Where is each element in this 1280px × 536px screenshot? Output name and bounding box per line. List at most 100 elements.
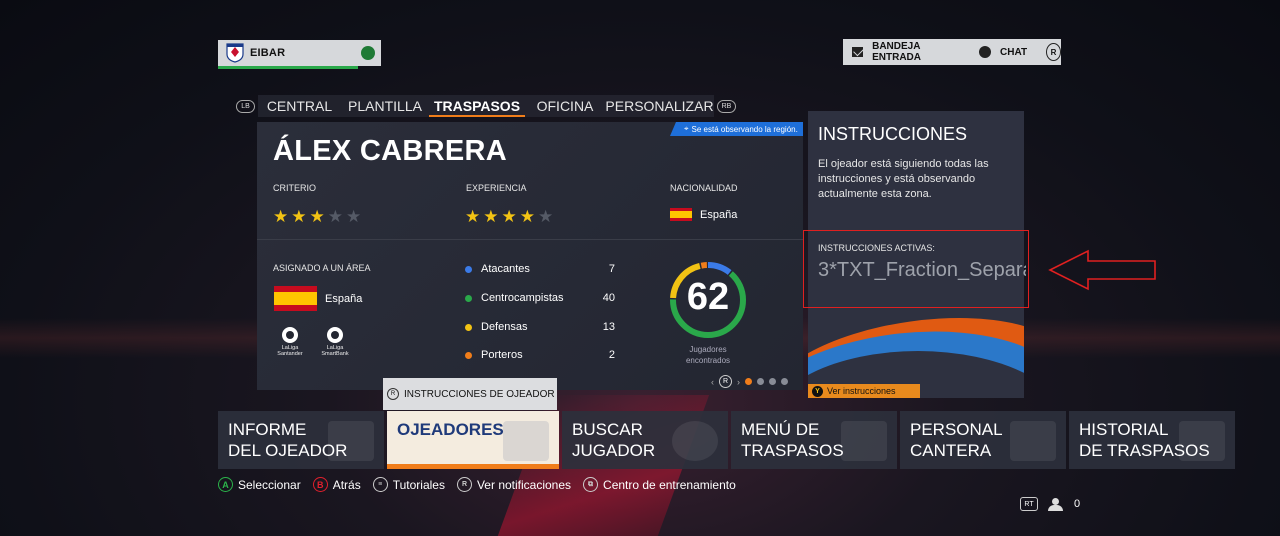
tab-traspasos[interactable]: TRASPASOS — [429, 95, 525, 117]
tile-scout-report[interactable]: INFORME DEL OJEADOR — [218, 411, 384, 469]
area-value: España — [325, 293, 363, 305]
magnifier-icon — [672, 421, 718, 461]
control-back[interactable]: B Atrás — [312, 477, 361, 492]
control-select[interactable]: A Seleccionar — [218, 477, 301, 492]
tab-personalizar[interactable]: PERSONALIZAR — [605, 95, 714, 117]
players-found-count: 62 — [686, 276, 730, 318]
laliga-icon — [282, 327, 298, 343]
star-icon: ★ — [273, 207, 289, 226]
observing-notice-text: Se está observando la región. — [691, 124, 798, 134]
inbox-button[interactable]: BANDEJA ENTRADA — [852, 41, 951, 63]
card-pager: ‹ R › — [711, 375, 788, 388]
rb-bumper[interactable]: RB — [717, 99, 736, 113]
page-dot[interactable] — [745, 378, 752, 385]
active-instructions-label: INSTRUCCIONES ACTIVAS: — [818, 243, 935, 253]
main-tabs: LB CENTRAL PLANTILLA TRASPASOS OFICINA P… — [236, 95, 736, 117]
page-dot[interactable] — [781, 378, 788, 385]
star-icon: ★ — [519, 207, 535, 226]
nacionalidad-value: España — [700, 209, 738, 221]
star-icon: ★ — [483, 207, 499, 226]
online-count: 0 — [1074, 498, 1081, 510]
laliga-icon — [327, 327, 343, 343]
goalkeepers-dot — [465, 351, 472, 359]
r-stick-button[interactable]: R — [1046, 43, 1061, 61]
star-icon: ★ — [327, 207, 343, 226]
clipboard-icon — [328, 421, 374, 461]
players-found-label: Jugadores encontrados — [685, 345, 731, 365]
r-stick-icon: R — [387, 388, 399, 400]
scout-card: ⌖ Se está observando la región. ÁLEX CAB… — [257, 122, 803, 390]
position-row: Porteros 2 — [465, 349, 615, 361]
control-label: Seleccionar — [238, 477, 301, 492]
position-row: Atacantes 7 — [465, 263, 615, 275]
instructions-description: El ojeador está siguiendo todas las inst… — [818, 158, 989, 200]
star-icon: ★ — [291, 207, 307, 226]
tile-youth-staff[interactable]: PERSONAL CANTERA — [900, 411, 1066, 469]
position-name: Centrocampistas — [481, 292, 564, 304]
chat-button[interactable]: CHAT — [979, 46, 1027, 58]
laliga-smartbank-text: LaLiga SmartBank — [321, 345, 349, 357]
nacionalidad-label: NACIONALIDAD — [670, 183, 738, 193]
active-instructions-highlight: INSTRUCCIONES ACTIVAS: 3*TXT_Fraction_Se… — [803, 230, 1029, 308]
red-arrow-annotation-icon — [1048, 249, 1156, 291]
star-icon: ★ — [538, 207, 554, 226]
criterio-label: CRITERIO — [273, 183, 317, 193]
y-button-icon: Y — [812, 385, 823, 397]
page-dot[interactable] — [769, 378, 776, 385]
tile-transfer-menu[interactable]: MENÚ DE TRASPASOS — [731, 411, 897, 469]
control-label: Ver notificaciones — [476, 477, 572, 492]
control-training-center[interactable]: ⧉ Centro de entrenamiento — [583, 477, 736, 492]
control-tutorials[interactable]: ≡ Tutoriales — [372, 477, 445, 492]
tab-plantilla[interactable]: PLANTILLA — [341, 95, 429, 117]
page-dot[interactable] — [757, 378, 764, 385]
menu-button-icon: ≡ — [372, 477, 388, 492]
club-status-icon — [361, 46, 375, 60]
midfielders-dot — [465, 294, 472, 302]
position-count: 2 — [608, 349, 615, 361]
observing-notice: ⌖ Se está observando la región. — [670, 122, 803, 136]
lb-bumper[interactable]: LB — [236, 99, 255, 113]
a-button-icon: A — [218, 477, 233, 492]
scout-instructions-tooltip[interactable]: R INSTRUCCIONES DE OJEADOR — [383, 378, 557, 410]
position-count: 40 — [602, 292, 615, 304]
binoculars-icon: ⌖ — [684, 124, 689, 133]
transfer-arrows-icon — [841, 421, 887, 461]
position-row: Centrocampistas 40 — [465, 292, 615, 304]
tile-scouts[interactable]: OJEADORES — [387, 411, 559, 469]
top-actions: BANDEJA ENTRADA CHAT R — [843, 39, 1061, 65]
controls-bar: A Seleccionar B Atrás ≡ Tutoriales R Ver… — [218, 477, 748, 492]
position-name: Atacantes — [481, 263, 530, 275]
binoculars-icon — [503, 421, 549, 461]
rt-online-indicator[interactable]: RT 0 — [1020, 497, 1080, 511]
rt-trigger-icon: RT — [1020, 497, 1038, 511]
instructions-title: INSTRUCCIONES — [818, 124, 968, 144]
club-progress-bar — [218, 66, 358, 69]
position-count: 13 — [602, 321, 615, 333]
mail-icon — [852, 47, 864, 57]
tab-central[interactable]: CENTRAL — [258, 95, 341, 117]
chat-label: CHAT — [1000, 46, 1028, 58]
star-icon: ★ — [465, 207, 481, 226]
star-icon: ★ — [309, 207, 325, 226]
area-flag-icon — [274, 286, 317, 311]
chevron-right-icon[interactable]: › — [737, 377, 740, 387]
experiencia-label: EXPERIENCIA — [466, 183, 527, 193]
star-icon: ★ — [501, 207, 517, 226]
control-notifications[interactable]: R Ver notificaciones — [456, 477, 572, 492]
control-label: Atrás — [332, 477, 361, 492]
laliga-santander-text: LaLiga Santander — [277, 345, 303, 357]
tile-search-player[interactable]: BUSCAR JUGADOR — [562, 411, 728, 469]
tab-strip: CENTRAL PLANTILLA TRASPASOS OFICINA PERS… — [258, 95, 714, 117]
spain-flag-icon — [670, 208, 692, 221]
club-name: EIBAR — [250, 47, 286, 59]
view-instructions-label: Ver instrucciones — [827, 386, 896, 396]
club-chip[interactable]: EIBAR — [218, 40, 381, 69]
view-instructions-button[interactable]: Y Ver instrucciones — [808, 384, 920, 398]
chevron-left-icon[interactable]: ‹ — [711, 377, 714, 387]
tab-oficina[interactable]: OFICINA — [525, 95, 605, 117]
tooltip-label: INSTRUCCIONES DE OJEADOR — [404, 388, 555, 400]
defenders-dot — [465, 323, 472, 331]
active-instructions-value: 3*TXT_Fraction_Separator — [818, 259, 1026, 281]
tile-transfer-history[interactable]: HISTORIAL DE TRASPASOS — [1069, 411, 1235, 469]
r-stick-page-button[interactable]: R — [719, 375, 732, 388]
